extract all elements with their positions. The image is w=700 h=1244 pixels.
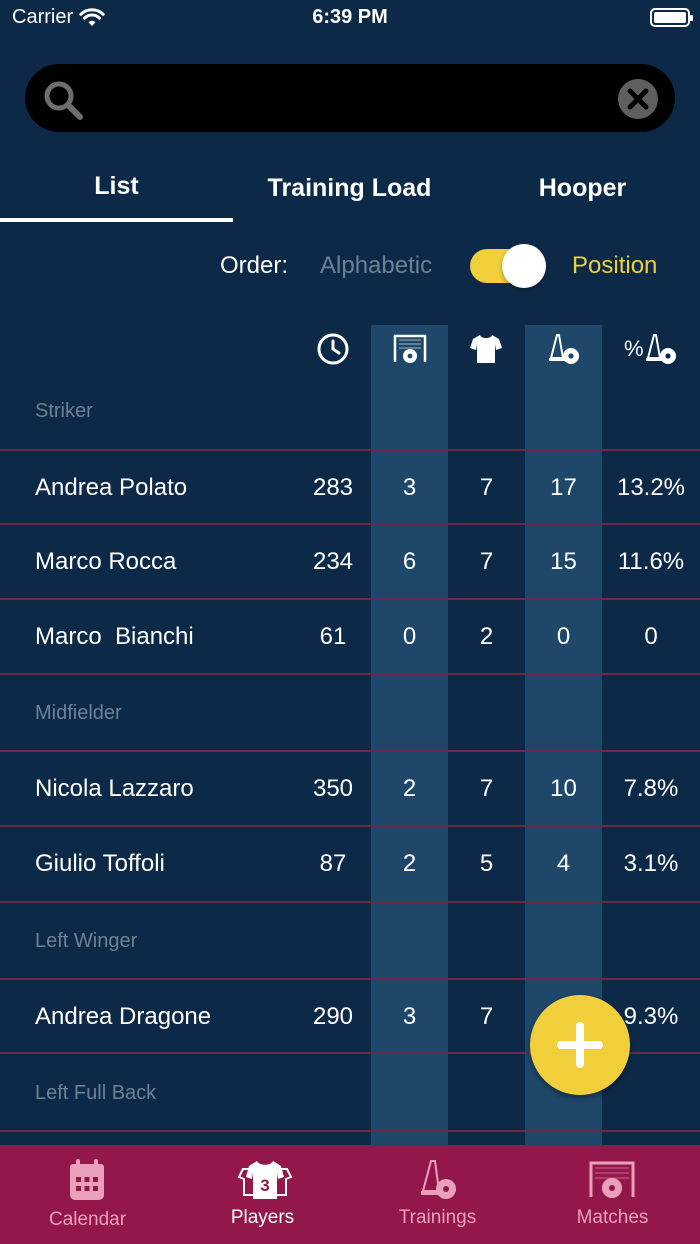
tab-hooper[interactable]: Hooper [466,162,699,226]
active-tab-indicator [0,218,233,222]
goals-value: 3 [402,1003,417,1030]
trainings-value: 17 [550,474,577,501]
goals-value: 3 [402,474,417,501]
training-percent-value: 0 [644,623,658,650]
group-label-striker: Striker [35,400,93,422]
trainings-value: 4 [556,850,571,877]
segment-tabs: List Training Load Hooper [0,160,700,224]
matches-value: 7 [479,775,494,802]
row-divider [0,901,700,903]
bottom-tab-bar: Calendar 3 Players Trainings Matches [0,1145,700,1244]
add-player-button[interactable] [530,995,630,1095]
shirt-icon [470,335,502,363]
order-option-position[interactable]: Position [572,252,657,280]
group-label-left-full-back: Left Full Back [35,1082,157,1104]
order-row: Order: Alphabetic Position [0,244,700,288]
training-percent-value: 13.2% [616,474,686,501]
search-icon [44,81,83,120]
player-name: Marco Bianchi [35,623,194,650]
tab-list[interactable]: List [0,160,233,224]
status-bar: Carrier 6:39 PM [0,0,700,36]
tabbar-label: Matches [576,1207,649,1228]
tab-training-load[interactable]: Training Load [233,162,466,226]
order-label: Order: [220,252,289,279]
goals-value: 2 [402,850,417,877]
row-divider [0,673,700,675]
matches-value: 5 [479,850,494,877]
training-percent-value: 7.8% [623,775,679,802]
toggle-knob [502,244,546,288]
cone-ball-icon [645,334,676,364]
order-option-alphabetic[interactable]: Alphabetic [320,252,432,280]
percent-trainings-header: % [624,332,678,366]
tabbar-label: Trainings [398,1207,477,1228]
minutes-value: 61 [319,623,347,650]
player-name: Andrea Polato [35,474,188,501]
clock-icon [317,333,349,365]
players-icon: 3 [237,1161,293,1199]
calendar-icon [70,1159,104,1200]
table-row[interactable]: Giulio Toffoli 87 2 5 4 3.1% [0,827,700,901]
clear-search-icon[interactable] [617,78,659,120]
player-name: Marco Rocca [35,548,177,575]
table-row[interactable]: Marco Bianchi 61 0 2 0 0 [0,600,700,674]
goal-icon [393,334,427,363]
goals-value: 6 [402,548,417,575]
tabbar-item-trainings[interactable]: Trainings [350,1145,525,1244]
training-percent-value: 3.1% [623,850,679,877]
tabbar-label: Calendar [48,1209,127,1230]
tabbar-item-players[interactable]: 3 Players [175,1145,350,1244]
group-label-midfielder: Midfielder [35,702,122,724]
trainings-value: 15 [550,548,577,575]
matches-value: 2 [479,623,494,650]
minutes-value: 350 [312,775,354,802]
matches-value: 7 [479,1003,494,1030]
goals-value: 2 [402,775,417,802]
player-name: Giulio Toffoli [35,850,165,877]
minutes-value: 87 [319,850,347,877]
player-name: Andrea Dragone [35,1003,212,1030]
players-badge: 3 [260,1176,269,1195]
plus-icon [557,1022,603,1068]
percent-label: % [624,336,644,361]
goals-value: 0 [402,623,417,650]
trainings-value: 10 [550,775,577,802]
table-row[interactable]: Nicola Lazzaro 350 2 7 10 7.8% [0,752,700,826]
cone-ball-icon [549,334,579,364]
training-percent-value: 11.6% [617,548,685,575]
matches-value: 7 [479,548,494,575]
trainings-value: 0 [556,623,571,650]
minutes-value: 290 [312,1003,354,1030]
group-label-left-winger: Left Winger [35,930,138,952]
search-bar[interactable] [25,64,675,132]
minutes-value: 283 [312,474,354,501]
table-row[interactable]: Marco Rocca 234 6 7 15 11.6% [0,525,700,599]
search-input[interactable] [115,78,615,118]
matches-value: 7 [479,474,494,501]
table-row[interactable]: Andrea Polato 283 3 7 17 13.2% [0,451,700,525]
order-toggle[interactable] [470,244,548,288]
tabbar-item-calendar[interactable]: Calendar [0,1145,175,1244]
tabbar-label: Players [230,1207,295,1228]
battery-icon [650,8,693,27]
goal-icon [589,1161,635,1198]
tabbar-item-matches[interactable]: Matches [525,1145,700,1244]
minutes-value: 234 [312,548,354,575]
cone-ball-icon [421,1160,456,1199]
row-divider [0,1130,700,1132]
player-name: Nicola Lazzaro [35,775,194,802]
status-time: 6:39 PM [312,6,388,28]
